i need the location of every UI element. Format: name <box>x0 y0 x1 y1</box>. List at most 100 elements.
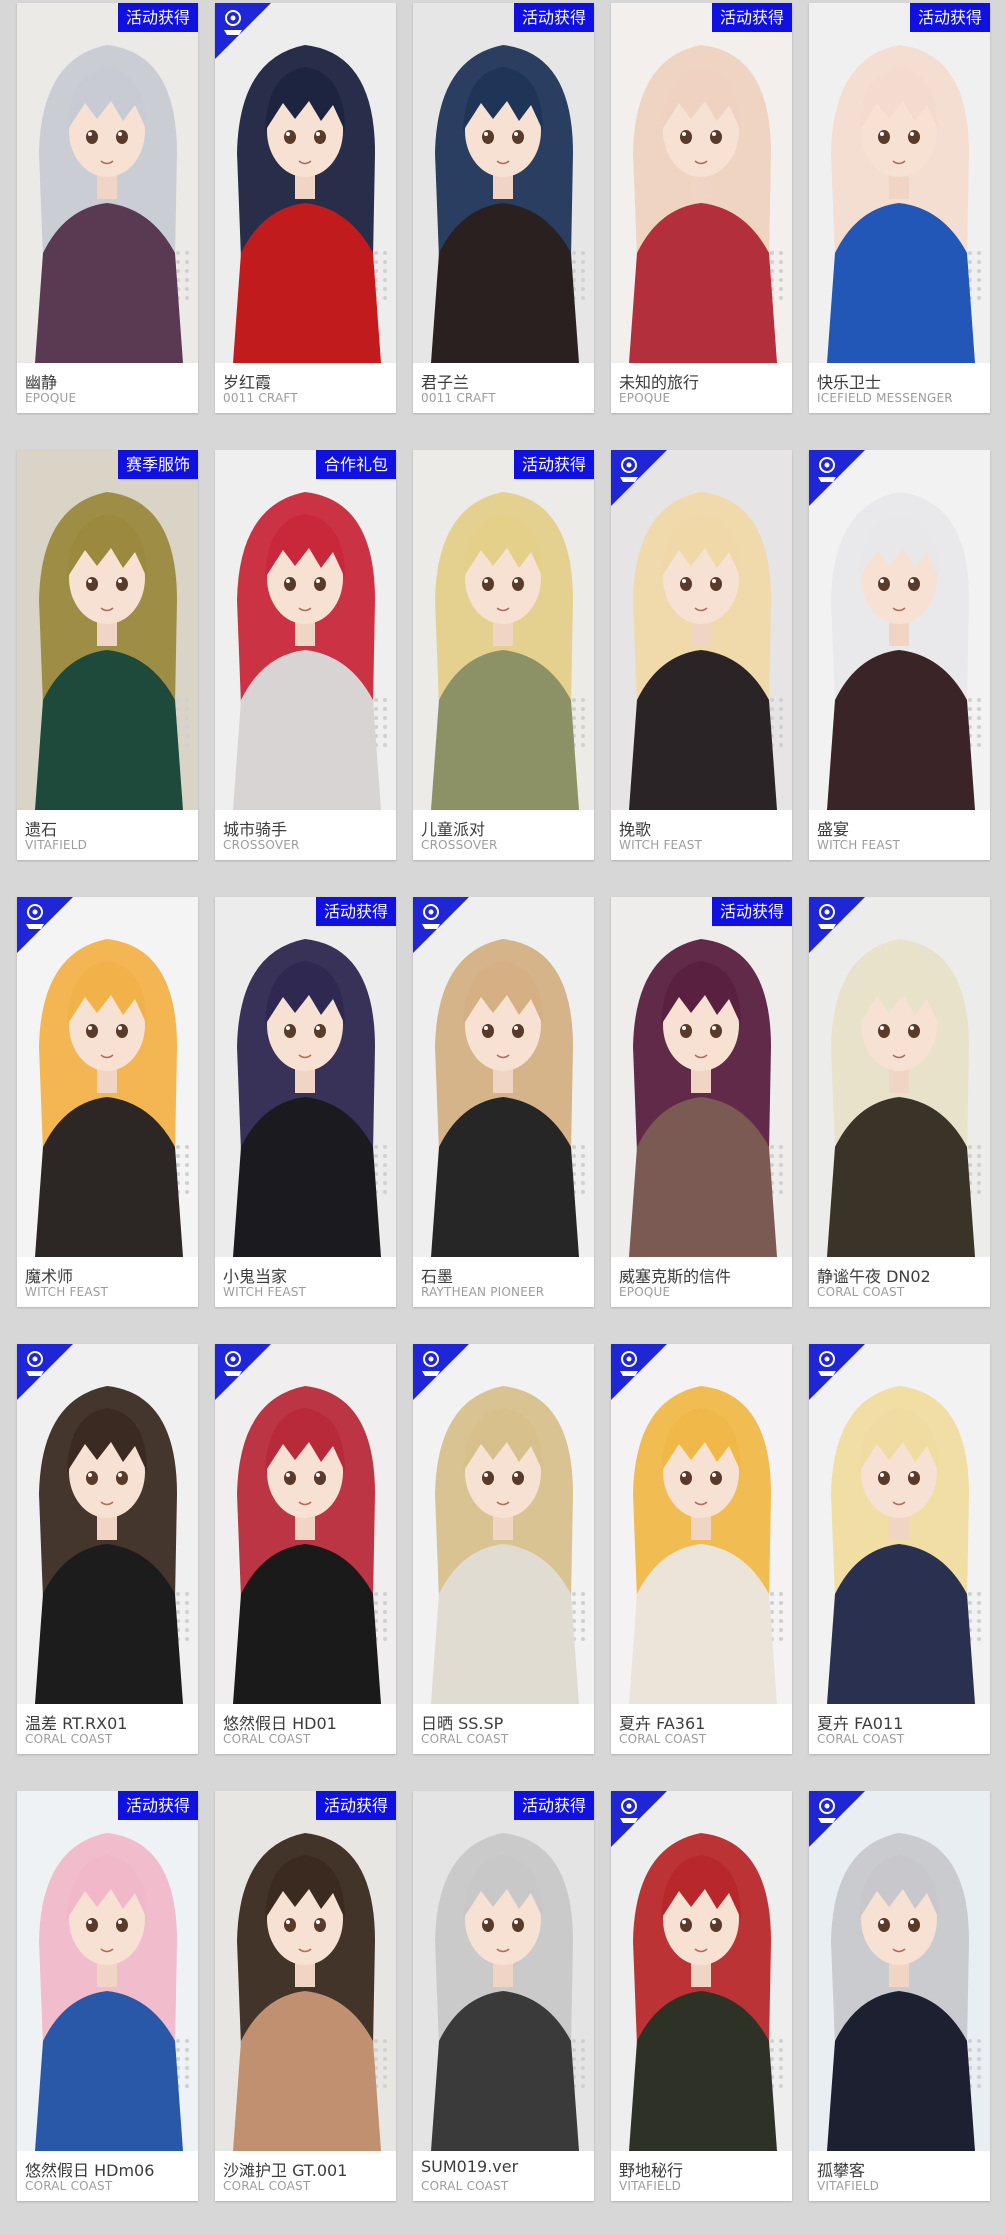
skin-caption: 幽静 EPOQUE <box>17 363 198 413</box>
skin-name: 遗石 <box>25 820 58 839</box>
brand-corner-icon <box>809 897 865 953</box>
skin-brand: CORAL COAST <box>421 2179 509 2193</box>
brand-corner-icon <box>809 450 865 506</box>
skin-caption: 儿童派对 CROSSOVER <box>413 810 594 860</box>
skin-brand: CORAL COAST <box>25 1732 113 1746</box>
skin-caption: 城市骑手 CROSSOVER <box>215 810 396 860</box>
skin-name: 威塞克斯的信件 <box>619 1267 732 1286</box>
skin-card[interactable]: 石墨 RAYTHEAN PIONEER <box>413 897 594 1307</box>
skin-card[interactable]: 活动获得幽静 EPOQUE <box>17 3 198 413</box>
skin-caption: 温差 RT.RX01 CORAL COAST <box>17 1704 198 1754</box>
skin-card[interactable]: 盛宴 WITCH FEAST <box>809 450 990 860</box>
skin-card[interactable]: 活动获得 SUM019.ver CORAL COAST <box>413 1791 594 2201</box>
brand-corner-icon <box>413 1344 469 1400</box>
skin-card[interactable]: 孤攀客 VITAFIELD <box>809 1791 990 2201</box>
skin-name: 挽歌 <box>619 820 652 839</box>
acquisition-badge: 活动获得 <box>117 3 198 32</box>
skin-artwork <box>611 897 792 1257</box>
skin-brand: CROSSOVER <box>421 838 498 852</box>
skin-card[interactable]: 悠然假日 HD01 CORAL COAST <box>215 1344 396 1754</box>
skin-card[interactable]: 温差 RT.RX01 CORAL COAST <box>17 1344 198 1754</box>
skin-caption: 夏卉 FA011 CORAL COAST <box>809 1704 990 1754</box>
skin-caption: 君子兰 0011 CRAFT <box>413 363 594 413</box>
skin-name: 悠然假日 HD01 <box>223 1714 337 1733</box>
skin-artwork <box>413 450 594 810</box>
skin-brand: CORAL COAST <box>817 1732 905 1746</box>
skin-name: 未知的旅行 <box>619 373 700 392</box>
skin-brand: ICEFIELD MESSENGER <box>817 391 953 405</box>
acquisition-badge: 活动获得 <box>711 897 792 926</box>
skin-brand: 0011 CRAFT <box>223 391 298 405</box>
skin-card[interactable]: 活动获得儿童派对 CROSSOVER <box>413 450 594 860</box>
skin-name: 城市骑手 <box>223 820 288 839</box>
brand-corner-icon <box>413 897 469 953</box>
skin-caption: 盛宴 WITCH FEAST <box>809 810 990 860</box>
skin-brand: 0011 CRAFT <box>421 391 496 405</box>
skin-card[interactable]: 夏卉 FA361 CORAL COAST <box>611 1344 792 1754</box>
acquisition-badge: 活动获得 <box>315 897 396 926</box>
acquisition-badge: 活动获得 <box>315 1791 396 1820</box>
brand-corner-icon <box>215 3 271 59</box>
acquisition-badge: 活动获得 <box>513 1791 594 1820</box>
skin-caption: 小鬼当家 WITCH FEAST <box>215 1257 396 1307</box>
skin-card[interactable]: 活动获得未知的旅行 EPOQUE <box>611 3 792 413</box>
skin-brand: EPOQUE <box>25 391 77 405</box>
skin-caption: 夏卉 FA361 CORAL COAST <box>611 1704 792 1754</box>
skin-brand: CROSSOVER <box>223 838 300 852</box>
brand-corner-icon <box>611 1344 667 1400</box>
brand-corner-icon <box>809 1344 865 1400</box>
skin-name: 石墨 <box>421 1267 454 1286</box>
skin-card[interactable]: 活动获得君子兰 0011 CRAFT <box>413 3 594 413</box>
skin-caption: SUM019.ver CORAL COAST <box>413 2151 594 2201</box>
acquisition-badge: 活动获得 <box>711 3 792 32</box>
acquisition-badge: 活动获得 <box>909 3 990 32</box>
skin-artwork <box>215 1791 396 2151</box>
skin-artwork <box>17 3 198 363</box>
skin-card[interactable]: 赛季服饰 遗石 VITAFIELD <box>17 450 198 860</box>
skin-card[interactable]: 挽歌 WITCH FEAST <box>611 450 792 860</box>
acquisition-badge: 活动获得 <box>117 1791 198 1820</box>
skin-name: 悠然假日 HDm06 <box>25 2161 155 2180</box>
skin-caption: 悠然假日 HD01 CORAL COAST <box>215 1704 396 1754</box>
skin-card[interactable]: 活动获得 悠然假日 HDm06 CORAL COAST <box>17 1791 198 2201</box>
skin-card[interactable]: 夏卉 FA011 CORAL COAST <box>809 1344 990 1754</box>
skin-name: 夏卉 FA361 <box>619 1714 706 1733</box>
skin-brand: VITAFIELD <box>619 2179 682 2193</box>
brand-corner-icon <box>809 1791 865 1847</box>
skin-card[interactable]: 活动获得小鬼当家 WITCH FEAST <box>215 897 396 1307</box>
skin-card[interactable]: 静谧午夜 DN02 CORAL COAST <box>809 897 990 1307</box>
skin-brand: EPOQUE <box>619 391 671 405</box>
skin-caption: 孤攀客 VITAFIELD <box>809 2151 990 2201</box>
skin-brand: CORAL COAST <box>223 2179 311 2193</box>
acquisition-badge: 活动获得 <box>513 3 594 32</box>
skin-card[interactable]: 活动获得沙滩护卫 GT.001 CORAL COAST <box>215 1791 396 2201</box>
skin-name: 夏卉 FA011 <box>817 1714 904 1733</box>
skin-card[interactable]: 活动获得 快乐卫士 ICEFIELD MESSENGER <box>809 3 990 413</box>
skin-caption: 挽歌 WITCH FEAST <box>611 810 792 860</box>
skin-card[interactable]: 野地秘行 VITAFIELD <box>611 1791 792 2201</box>
skin-artwork <box>215 897 396 1257</box>
skin-brand: VITAFIELD <box>25 838 88 852</box>
skin-artwork <box>17 450 198 810</box>
skin-artwork <box>413 3 594 363</box>
skin-name: 魔术师 <box>25 1267 74 1286</box>
skin-caption: 岁红霞 0011 CRAFT <box>215 363 396 413</box>
skin-name: 日晒 SS.SP <box>421 1714 504 1733</box>
skin-artwork <box>809 3 990 363</box>
skin-card[interactable]: 活动获得 威塞克斯的信件 EPOQUE <box>611 897 792 1307</box>
skin-brand: VITAFIELD <box>817 2179 880 2193</box>
skin-card[interactable]: 岁红霞 0011 CRAFT <box>215 3 396 413</box>
skin-card[interactable]: 日晒 SS.SP CORAL COAST <box>413 1344 594 1754</box>
skin-brand: CORAL COAST <box>223 1732 311 1746</box>
skin-card[interactable]: 魔术师 WITCH FEAST <box>17 897 198 1307</box>
acquisition-badge: 活动获得 <box>513 450 594 479</box>
skin-name: 岁红霞 <box>223 373 272 392</box>
skin-brand: WITCH FEAST <box>25 1285 109 1299</box>
skin-caption: 沙滩护卫 GT.001 CORAL COAST <box>215 2151 396 2201</box>
skin-card[interactable]: 合作礼包城市骑手 CROSSOVER <box>215 450 396 860</box>
acquisition-badge: 合作礼包 <box>315 450 396 479</box>
skin-name: 野地秘行 <box>619 2161 684 2180</box>
skin-name: SUM019.ver <box>421 2157 519 2176</box>
skin-caption: 日晒 SS.SP CORAL COAST <box>413 1704 594 1754</box>
skin-brand: CORAL COAST <box>421 1732 509 1746</box>
